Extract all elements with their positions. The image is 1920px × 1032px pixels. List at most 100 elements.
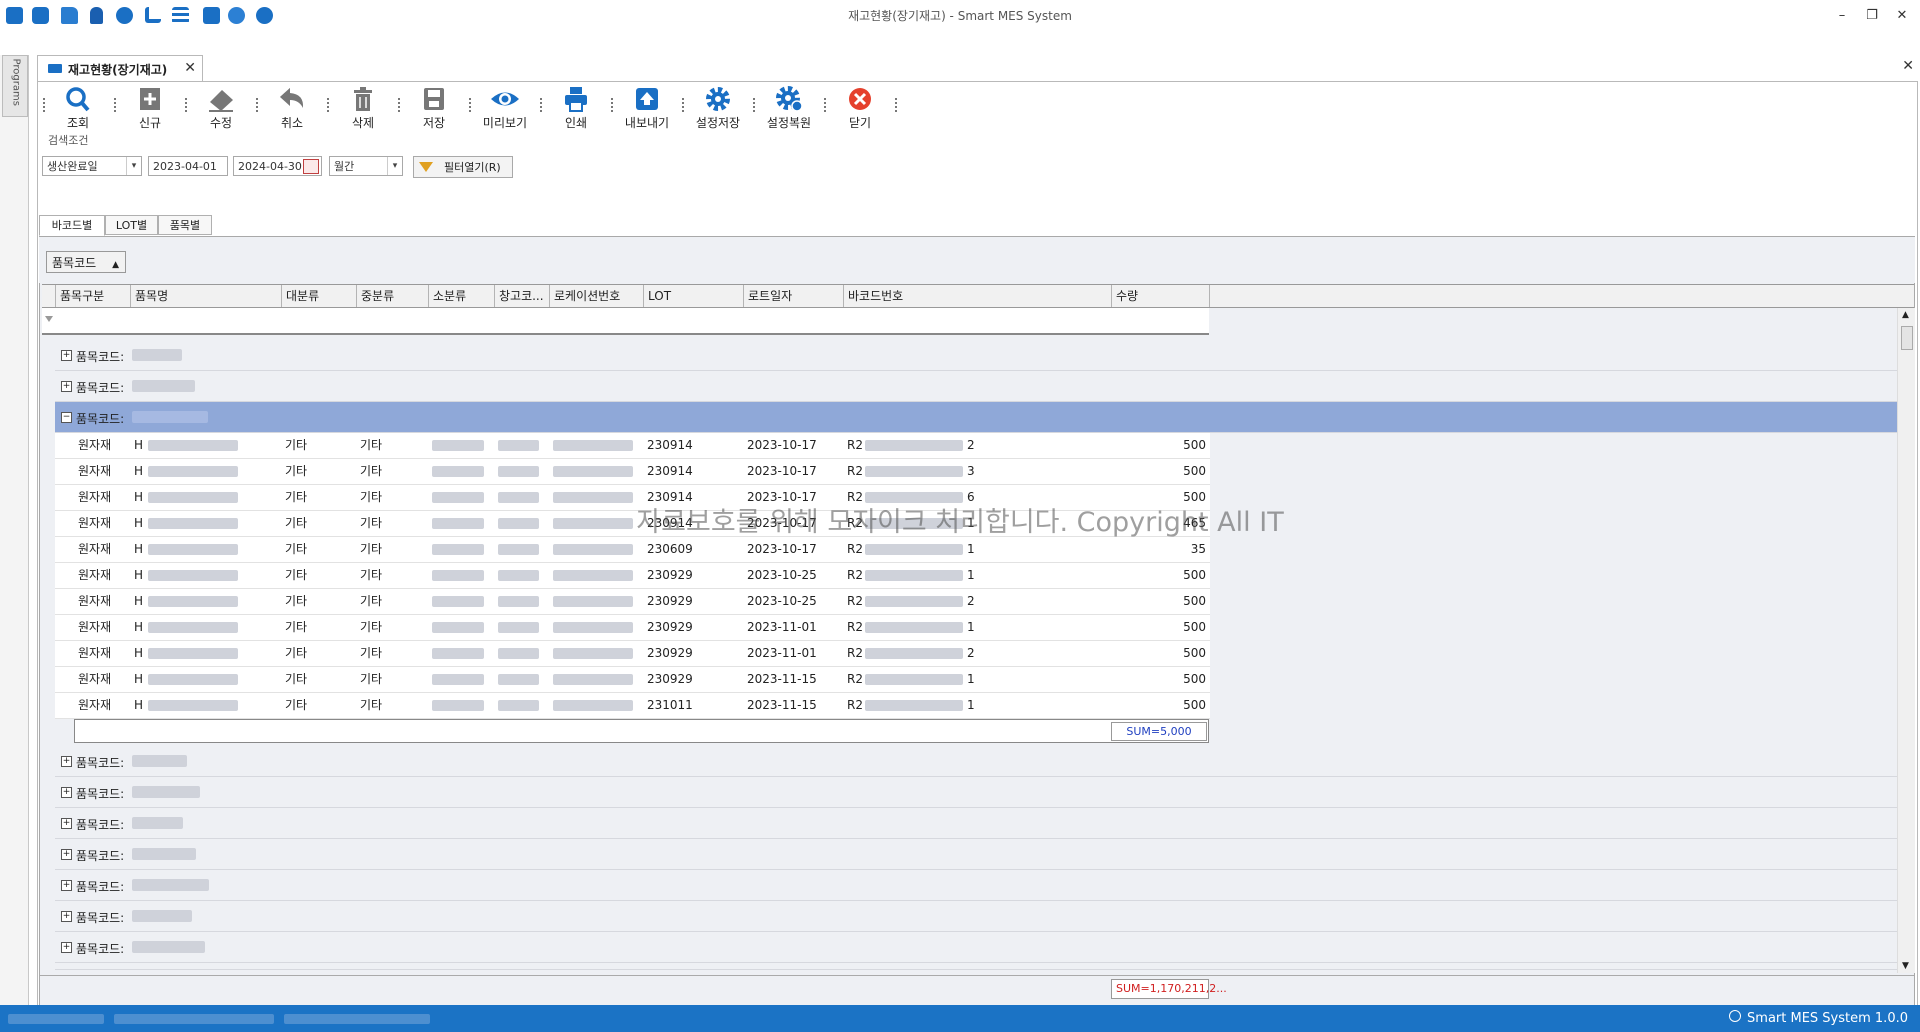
row-indicator[interactable] — [42, 589, 55, 614]
row-indicator[interactable] — [42, 433, 55, 458]
expand-icon[interactable]: + — [61, 756, 72, 767]
cancel-button[interactable]: 취소 — [264, 86, 320, 132]
group-row[interactable]: +품목코드: — [55, 808, 1897, 839]
masked-item-name — [148, 674, 238, 685]
table-row[interactable]: 원자재 H 기타 기타 230929 2023-11-01 R2 1 500 — [55, 615, 1210, 641]
tab-by-item[interactable]: 품목별 — [158, 215, 212, 235]
scroll-thumb[interactable] — [1901, 326, 1913, 350]
column-header-minor-class[interactable]: 소분류 — [428, 285, 494, 307]
row-indicator[interactable] — [42, 537, 55, 562]
preview-button[interactable]: 미리보기 — [477, 86, 533, 132]
date-type-select[interactable]: 생산완료일 ▾ — [42, 156, 142, 176]
settings-restore-button[interactable]: 설정복원 — [761, 86, 817, 132]
tab-by-barcode[interactable]: 바코드별 — [39, 215, 105, 236]
group-row[interactable]: +품목코드: — [55, 901, 1897, 932]
close-all-tabs-icon[interactable]: ✕ — [1902, 58, 1914, 74]
restore-button[interactable]: ❐ — [1857, 5, 1887, 27]
group-row[interactable]: +품목코드: — [55, 839, 1897, 870]
new-button[interactable]: 신규 — [122, 86, 178, 132]
save-button[interactable]: 저장 — [406, 86, 462, 132]
expand-icon[interactable]: + — [61, 880, 72, 891]
tab-by-lot[interactable]: LOT별 — [105, 215, 158, 235]
row-indicator[interactable] — [42, 459, 55, 484]
calendar-icon[interactable] — [303, 159, 319, 174]
group-row[interactable]: +품목코드: — [55, 777, 1897, 808]
table-row[interactable]: 원자재 H 기타 기타 230609 2023-10-17 R2 1 35 — [55, 537, 1210, 563]
close-circle-icon — [849, 88, 871, 110]
row-indicator[interactable] — [42, 615, 55, 640]
cell-qty: 500 — [1183, 438, 1206, 452]
row-indicator[interactable] — [42, 511, 55, 536]
expand-icon[interactable]: + — [61, 787, 72, 798]
row-indicator[interactable] — [42, 667, 55, 692]
cell-item-type: 원자재 — [78, 542, 112, 556]
table-row[interactable]: 원자재 H 기타 기타 230929 2023-10-25 R2 2 500 — [55, 589, 1210, 615]
programs-tab[interactable]: Programs — [2, 55, 28, 117]
group-row[interactable]: + 품목코드: — [55, 371, 1897, 402]
expand-icon[interactable]: + — [61, 350, 72, 361]
grid-header-row: 품목구분 품목명 대분류 중분류 소분류 창고코... 로케이션번호 LOT 로… — [42, 284, 1914, 308]
cell-item-name-prefix: H — [134, 464, 144, 478]
group-row-label: 품목코드: — [76, 381, 125, 395]
expand-icon[interactable]: + — [61, 818, 72, 829]
collapse-icon[interactable]: − — [61, 412, 72, 423]
column-header-barcode-no[interactable]: 바코드번호 — [843, 285, 1111, 307]
vertical-scrollbar[interactable]: ▲ ▼ — [1897, 308, 1915, 973]
column-header-mid-class[interactable]: 중분류 — [356, 285, 428, 307]
group-by-chip[interactable]: 품목코드 ▲ — [46, 251, 126, 273]
scroll-down-icon[interactable]: ▼ — [1902, 961, 1909, 971]
export-button[interactable]: 내보내기 — [619, 86, 675, 132]
barcode-suffix: 1 — [967, 568, 975, 582]
column-header-lot[interactable]: LOT — [643, 285, 743, 307]
settings-save-button[interactable]: 설정저장 — [690, 86, 746, 132]
filter-open-button[interactable]: 필터열기(R) — [413, 156, 513, 178]
delete-button[interactable]: 삭제 — [335, 86, 391, 132]
column-header-quantity[interactable]: 수량 — [1111, 285, 1210, 307]
column-header-major-class[interactable]: 대분류 — [281, 285, 356, 307]
document-tab-close-icon[interactable]: ✕ — [184, 60, 196, 76]
expand-icon[interactable]: + — [61, 911, 72, 922]
table-row[interactable]: 원자재 H 기타 기타 230914 2023-10-17 R2 2 500 — [55, 433, 1210, 459]
edit-button[interactable]: 수정 — [193, 86, 249, 132]
row-indicator[interactable] — [42, 693, 55, 718]
table-row[interactable]: 원자재 H 기타 기타 230929 2023-10-25 R2 1 500 — [55, 563, 1210, 589]
group-row[interactable]: +품목코드: — [55, 870, 1897, 901]
table-row[interactable]: 원자재 H 기타 기타 230929 2023-11-15 R2 1 500 — [55, 667, 1210, 693]
masked-barcode — [865, 648, 963, 659]
column-header-location-no[interactable]: 로케이션번호 — [549, 285, 643, 307]
row-indicator[interactable] — [42, 641, 55, 666]
table-row[interactable]: 원자재 H 기타 기타 230929 2023-11-01 R2 2 500 — [55, 641, 1210, 667]
cell-lot-date: 2023-10-25 — [747, 568, 817, 582]
group-row[interactable]: +품목코드: — [55, 746, 1897, 777]
table-row[interactable]: 원자재 H 기타 기타 230914 2023-10-17 R2 3 500 — [55, 459, 1210, 485]
close-button[interactable]: 닫기 — [832, 86, 888, 132]
masked-item-code — [132, 817, 183, 829]
column-header-lot-date[interactable]: 로트일자 — [743, 285, 843, 307]
minimize-button[interactable]: – — [1827, 5, 1857, 27]
query-button[interactable]: 조회 — [50, 86, 106, 132]
group-row[interactable]: +품목코드: — [55, 340, 1897, 371]
table-row[interactable]: 원자재 H 기타 기타 231011 2023-11-15 R2 1 500 — [55, 693, 1210, 719]
auto-filter-row[interactable] — [42, 308, 1209, 335]
print-button[interactable]: 인쇄 — [548, 86, 604, 132]
window-close-button[interactable]: ✕ — [1887, 5, 1917, 27]
column-header-warehouse-code[interactable]: 창고코... — [494, 285, 549, 307]
expand-icon[interactable]: + — [61, 381, 72, 392]
period-select[interactable]: 월간 ▾ — [329, 156, 403, 176]
document-tab[interactable]: 재고현황(장기재고) ✕ — [37, 55, 203, 82]
group-row[interactable]: +품목코드: — [55, 963, 1897, 970]
scroll-up-icon[interactable]: ▲ — [1902, 310, 1909, 320]
column-header-item-name[interactable]: 품목명 — [130, 285, 281, 307]
masked-value — [432, 466, 484, 477]
row-indicator[interactable] — [42, 563, 55, 588]
cell-mid: 기타 — [360, 438, 383, 452]
expand-icon[interactable]: + — [61, 849, 72, 860]
row-indicator[interactable] — [42, 485, 55, 510]
date-from-input[interactable]: 2023-04-01 — [148, 156, 228, 176]
expand-icon[interactable]: + — [61, 942, 72, 953]
date-to-input[interactable]: 2024-04-30 — [233, 156, 322, 176]
masked-value — [432, 544, 484, 555]
column-header-item-type[interactable]: 품목구분 — [55, 285, 130, 307]
group-row[interactable]: +품목코드: — [55, 932, 1897, 963]
group-row[interactable]: − 품목코드: — [55, 402, 1897, 433]
